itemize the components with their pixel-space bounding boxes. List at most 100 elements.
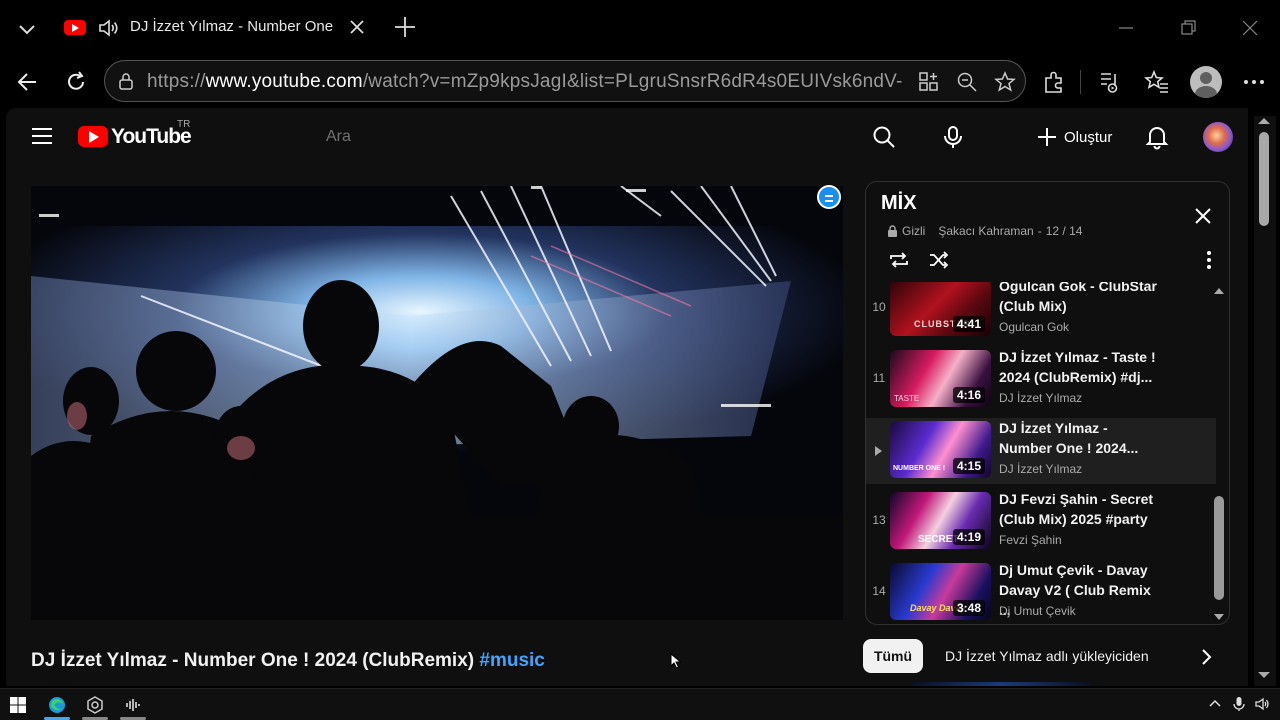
playlist-item-index: 13 <box>872 513 886 527</box>
scroll-up-arrow-icon[interactable] <box>1214 288 1224 294</box>
app-hexagon-icon[interactable] <box>85 695 105 715</box>
tray-volume-icon[interactable] <box>1254 696 1270 712</box>
page-scrollbar[interactable] <box>1254 116 1276 686</box>
playlist-item[interactable]: 10 CLUBSTAR 4:41 Ogulcan Gok - ClubStar … <box>866 282 1216 342</box>
minimize-icon[interactable] <box>1114 16 1138 40</box>
refresh-icon[interactable] <box>62 68 90 96</box>
video-hashtag-link[interactable]: #music <box>479 650 544 671</box>
browser-tab-strip: DJ İzzet Yılmaz - Number One <box>0 0 1280 56</box>
notifications-bell-icon[interactable] <box>1144 124 1170 150</box>
chip-all[interactable]: Tümü <box>863 639 923 673</box>
private-lock-icon <box>888 225 897 237</box>
tab-actions-chevron-icon[interactable] <box>16 18 38 40</box>
speaker-icon[interactable] <box>96 16 120 40</box>
toolbar-divider <box>1080 70 1081 94</box>
url-scheme: https:// <box>147 71 206 92</box>
chip-from-uploader[interactable]: DJ İzzet Yılmaz adlı yükleyiciden <box>945 648 1149 664</box>
youtube-play-logo-icon <box>78 126 108 147</box>
thumbnail-text: NUMBER ONE ! <box>893 465 946 472</box>
duration-badge: 4:15 <box>952 458 985 474</box>
windows-start-icon[interactable] <box>8 695 28 715</box>
create-button[interactable]: Oluştur <box>1036 124 1112 150</box>
tray-microphone-icon[interactable] <box>1231 696 1247 712</box>
loop-playlist-icon[interactable] <box>887 248 911 272</box>
browser-toolbar: https://www.youtube.com/watch?v=mZp9kpsJ… <box>0 56 1280 108</box>
youtube-logo[interactable]: YouTube TR <box>78 119 198 150</box>
extensions-icon[interactable] <box>1040 68 1068 96</box>
window-close-icon[interactable] <box>1238 16 1262 40</box>
playlist-item-thumbnail[interactable]: SECRET 4:19 <box>890 492 991 549</box>
playlist-item-index: 10 <box>872 300 886 314</box>
address-bar[interactable]: https://www.youtube.com/watch?v=mZp9kpsJ… <box>104 60 1026 102</box>
playlist-item[interactable]: 11 TASTE 4:16 DJ İzzet Yılmaz - Taste ! … <box>866 347 1216 413</box>
playlist-position: 12 / 14 <box>1045 224 1083 238</box>
playlist-item-title[interactable]: DJ Fevzi Şahin - Secret (Club Mix) 2025 … <box>999 489 1159 529</box>
account-avatar[interactable] <box>1203 122 1233 152</box>
new-tab-plus-icon[interactable] <box>392 14 418 40</box>
tab-close-icon[interactable] <box>346 16 368 38</box>
create-label: Oluştur <box>1064 128 1113 146</box>
duration-badge: 3:48 <box>952 600 985 616</box>
search-input[interactable]: Ara <box>326 128 351 146</box>
playlist-item[interactable]: 13 SECRET 4:19 DJ Fevzi Şahin - Secret (… <box>866 489 1216 555</box>
playlist-title[interactable]: MİX <box>881 192 917 215</box>
next-recommendation-thumbnail-edge <box>911 682 1091 686</box>
tray-chevron-up-icon[interactable] <box>1207 696 1223 712</box>
playlist-item-title[interactable]: DJ İzzet Yılmaz - Taste ! 2024 (ClubRemi… <box>999 347 1159 387</box>
playlist-item-now-playing[interactable]: NUMBER ONE ! 4:15 DJ İzzet Yılmaz - Numb… <box>866 418 1216 484</box>
app-grid-icon[interactable] <box>917 70 941 94</box>
now-playing-icon <box>875 446 882 456</box>
video-player[interactable] <box>31 186 843 620</box>
duration-badge: 4:41 <box>952 316 985 332</box>
profile-icon[interactable] <box>1190 66 1222 98</box>
lock-icon[interactable] <box>117 72 135 90</box>
duration-badge: 4:16 <box>952 387 985 403</box>
microphone-icon[interactable] <box>940 124 966 150</box>
back-icon[interactable] <box>14 68 42 96</box>
search-icon[interactable] <box>871 124 897 150</box>
favorites-icon[interactable] <box>1143 68 1171 96</box>
shuffle-icon[interactable] <box>927 248 951 272</box>
browser-tab[interactable]: DJ İzzet Yılmaz - Number One <box>56 8 376 48</box>
channel-watermark-icon[interactable] <box>817 185 841 209</box>
playlist-scrollbar[interactable] <box>1212 282 1226 622</box>
url-path: /watch?v=mZp9kpsJagI&list=PLgruSnsrR6dR4… <box>362 71 903 92</box>
thumbnail-text: TASTE <box>894 394 920 403</box>
playlist-close-icon[interactable] <box>1193 206 1213 226</box>
taskbar <box>0 688 1280 720</box>
page-scroll-up-icon[interactable] <box>1258 118 1270 124</box>
scroll-down-arrow-icon[interactable] <box>1214 614 1224 620</box>
playlist-item-title[interactable]: Ogulcan Gok - ClubStar (Club Mix) <box>999 282 1159 316</box>
playlist-more-icon[interactable] <box>1197 248 1221 272</box>
playlist-meta: Gizli Şakacı Kahraman - 12 / 14 <box>887 224 1082 238</box>
playlist-item-index: 14 <box>872 584 886 598</box>
url-text[interactable]: https://www.youtube.com/watch?v=mZp9kpsJ… <box>147 71 903 93</box>
more-icon[interactable] <box>1240 68 1268 96</box>
audio-wave-app-icon[interactable] <box>123 695 143 715</box>
playlist-items: 10 CLUBSTAR 4:41 Ogulcan Gok - ClubStar … <box>866 282 1229 622</box>
playlist-item-title[interactable]: DJ İzzet Yılmaz - Number One ! 2024... <box>999 418 1159 458</box>
playlist-scroll-thumb[interactable] <box>1214 496 1224 600</box>
youtube-favicon-icon <box>64 20 86 35</box>
page-scroll-down-icon[interactable] <box>1258 672 1270 678</box>
edge-browser-icon[interactable] <box>47 695 67 715</box>
playlist-item-thumbnail[interactable]: Davay Davay 3:48 <box>890 563 991 620</box>
playlist-item-channel: Dj Umut Çevik <box>999 604 1076 618</box>
tab-title: DJ İzzet Yılmaz - Number One <box>130 18 334 35</box>
playlist-item[interactable]: 14 Davay Davay 3:48 Dj Umut Çevik - Dava… <box>866 560 1216 622</box>
playlist-item-thumbnail[interactable]: NUMBER ONE ! 4:15 <box>890 421 991 478</box>
restore-icon[interactable] <box>1176 16 1200 40</box>
playlist-item-thumbnail[interactable]: TASTE 4:16 <box>890 350 991 407</box>
media-icon[interactable] <box>1095 68 1123 96</box>
playlist-item-thumbnail[interactable]: CLUBSTAR 4:41 <box>890 282 991 336</box>
zoom-icon[interactable] <box>955 70 979 94</box>
video-frame <box>31 186 843 620</box>
youtube-page: YouTube TR Ara Oluştur DJ İzzet Yılmaz -… <box>6 108 1248 686</box>
favorite-star-icon[interactable] <box>993 70 1017 94</box>
page-scroll-thumb[interactable] <box>1259 132 1269 226</box>
playlist-owner[interactable]: Şakacı Kahraman <box>938 224 1033 238</box>
guide-menu-icon[interactable] <box>32 128 52 144</box>
plus-icon <box>1038 128 1056 146</box>
playlist-item-channel: Fevzi Şahin <box>999 533 1062 547</box>
chevron-right-icon[interactable] <box>1195 646 1217 668</box>
